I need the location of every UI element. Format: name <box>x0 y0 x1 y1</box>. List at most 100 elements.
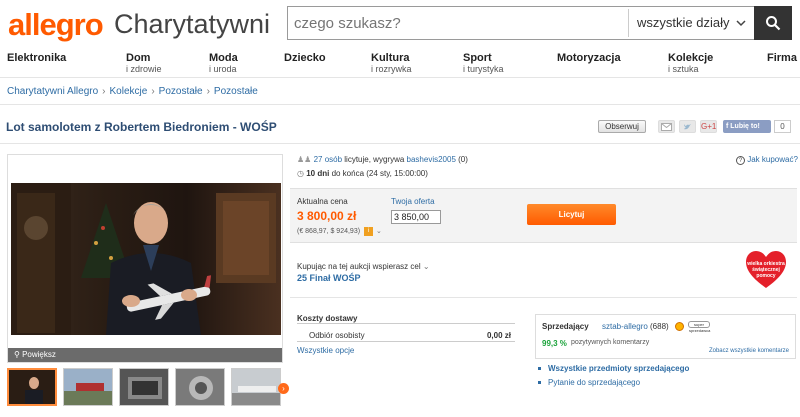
thumbnail[interactable] <box>119 368 169 406</box>
super-seller-badge: super sprzedawca <box>688 321 711 333</box>
currency-info-icon[interactable]: i <box>364 227 373 236</box>
winner-score: (0) <box>458 155 468 164</box>
seller-name-link[interactable]: sztab-allegro <box>602 322 648 331</box>
all-comments-link[interactable]: Zobacz wszystkie komentarze <box>709 348 789 354</box>
nav-label: Kultura <box>371 52 410 64</box>
time-left-text: do końca (24 sty, 15:00:00) <box>331 169 428 178</box>
zoom-button[interactable]: ⚲ Powiększ <box>8 348 282 362</box>
bullet <box>538 381 541 384</box>
nav-label: Elektronika <box>7 52 67 64</box>
bullet <box>538 367 541 370</box>
all-shipping-options-link[interactable]: Wszystkie opcje <box>297 346 354 355</box>
nav-label: Kolekcje <box>668 52 714 64</box>
thumbnail[interactable] <box>7 368 57 406</box>
email-share-button[interactable] <box>658 120 675 133</box>
chevron-down-icon[interactable] <box>735 17 747 29</box>
page-title: Lot samolotem z Robertem Biedroniem - WO… <box>6 120 277 134</box>
search-button[interactable] <box>754 6 792 40</box>
twitter-icon <box>684 124 691 130</box>
photo-illustration <box>11 183 276 335</box>
price-conversion: (€ 868,97, $ 924,93) <box>297 228 361 235</box>
divider <box>0 143 800 144</box>
search-input[interactable] <box>288 7 628 39</box>
seller-label: Sprzedający <box>542 322 589 331</box>
nav-item-moda[interactable]: Moda i uroda <box>209 52 238 74</box>
wosp-heart-text: wielka orkiestra świątecznej pomocy <box>747 261 785 279</box>
thumbnail[interactable] <box>63 368 113 406</box>
breadcrumb-item[interactable]: Charytatywni Allegro <box>7 86 98 97</box>
clock-icon: ◷ <box>297 169 307 178</box>
how-to-buy-link[interactable]: ? Jak kupować? <box>736 155 798 165</box>
observe-button[interactable]: Obserwuj <box>598 120 646 133</box>
winner-link[interactable]: bashevis2005 <box>407 155 456 164</box>
nav-sublabel: i turystyka <box>463 64 504 74</box>
breadcrumb-item[interactable]: Pozostałe <box>214 86 258 97</box>
category-nav: Elektronika Dom i zdrowie Moda i uroda D… <box>0 50 800 78</box>
category-select[interactable]: wszystkie działy <box>637 15 729 30</box>
bidders-text: licytuje, wygrywa <box>344 155 405 164</box>
header: allegro Charytatywni wszystkie działy <box>0 0 800 46</box>
divider <box>297 341 515 342</box>
chevron-down-icon[interactable]: ⌄ <box>423 262 430 271</box>
magnifier-icon: ⚲ <box>14 350 23 359</box>
allegro-logo[interactable]: allegro <box>8 7 104 43</box>
offer-input[interactable] <box>391 210 441 224</box>
breadcrumb-item[interactable]: Pozostałe <box>159 86 203 97</box>
breadcrumb-item[interactable]: Kolekcje <box>110 86 148 97</box>
shipping-option-price: 0,00 zł <box>486 331 511 340</box>
nav-item-motoryzacja[interactable]: Motoryzacja <box>557 52 621 64</box>
thumbnail[interactable] <box>231 368 281 406</box>
bidders-link[interactable]: 27 osób <box>314 155 342 164</box>
nav-item-sport[interactable]: Sport i turystyka <box>463 52 504 74</box>
zoom-label: Powiększ <box>22 350 56 359</box>
bidders-info: ♟♟ 27 osób licytuje, wygrywa bashevis200… <box>297 155 468 164</box>
thumbnail-image <box>176 369 224 405</box>
positive-percentage: 99,3 % <box>542 339 567 348</box>
nav-item-kolekcje[interactable]: Kolekcje i sztuka <box>668 52 713 74</box>
divider <box>297 323 515 324</box>
nav-label: Sport <box>463 52 492 64</box>
seller-star-icon <box>675 322 684 331</box>
main-photo-box: ⚲ Powiększ <box>7 154 283 363</box>
next-thumbnails-button[interactable]: › <box>278 383 289 394</box>
time-left: ◷ 10 dni do końca (24 sty, 15:00:00) <box>297 169 428 178</box>
charity-label: Kupując na tej aukcji wspierasz cel <box>297 262 421 271</box>
search-divider <box>628 9 629 37</box>
positive-comments-text: pozytywnych komentarzy <box>571 339 650 346</box>
search-icon <box>766 16 781 31</box>
chevron-down-icon[interactable]: ⌄ <box>376 227 382 235</box>
envelope-icon <box>661 123 672 131</box>
bid-button[interactable]: Licytuj <box>527 204 616 225</box>
question-icon: ? <box>736 156 745 165</box>
nav-item-kultura[interactable]: Kultura i rozrywka <box>371 52 412 74</box>
fb-like-count: 0 <box>774 120 791 133</box>
ask-seller-link[interactable]: Pytanie do sprzedającego <box>548 378 640 387</box>
thumbnail-image <box>232 369 280 405</box>
breadcrumb-separator: › <box>102 86 106 97</box>
charity-link[interactable]: 25 Finał WOŚP <box>297 273 361 283</box>
facebook-like-button[interactable]: f Lubię to! <box>723 120 771 133</box>
nav-item-dziecko[interactable]: Dziecko <box>284 52 326 64</box>
nav-item-firma[interactable]: Firma <box>767 52 797 64</box>
twitter-share-button[interactable] <box>679 120 696 133</box>
nav-sublabel: i zdrowie <box>126 64 162 74</box>
nav-item-elektronika[interactable]: Elektronika <box>7 52 66 64</box>
seller-box: Sprzedający sztab-allegro (688) super sp… <box>535 314 796 359</box>
divider <box>290 297 797 298</box>
seller-rating-count: (688) <box>650 322 669 331</box>
how-to-buy-label: Jak kupować? <box>747 155 798 164</box>
shipping-title: Koszty dostawy <box>297 314 358 323</box>
gplus-share-button[interactable]: G+1 <box>700 120 717 133</box>
thumbnail[interactable] <box>175 368 225 406</box>
nav-item-dom[interactable]: Dom i zdrowie <box>126 52 162 74</box>
nav-sublabel: i uroda <box>209 64 237 74</box>
logo-subtitle[interactable]: Charytatywni <box>114 9 270 40</box>
main-photo[interactable] <box>11 183 281 335</box>
chevron-right-icon: › <box>282 384 285 393</box>
thumbnail-image <box>64 369 112 405</box>
current-price-label: Aktualna cena <box>297 197 348 206</box>
fb-like-label: Lubię to! <box>730 123 760 130</box>
nav-label: Firma <box>767 52 797 64</box>
all-seller-items-link[interactable]: Wszystkie przedmioty sprzedającego <box>548 364 689 373</box>
nav-label: Dziecko <box>284 52 326 64</box>
